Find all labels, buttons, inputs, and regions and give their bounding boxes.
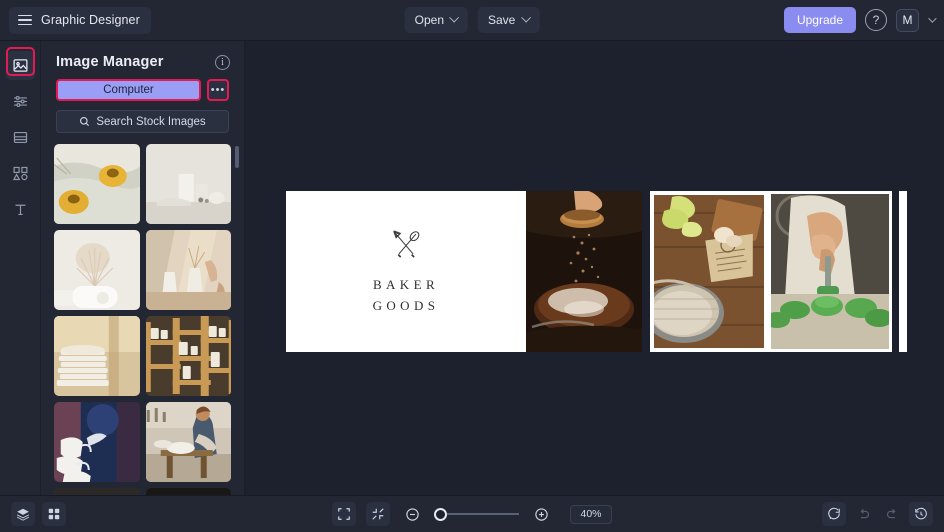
reset-icon	[828, 507, 840, 520]
list-item[interactable]	[54, 144, 140, 224]
save-label: Save	[488, 13, 516, 27]
fit-screen-button[interactable]	[332, 502, 356, 526]
zoom-out-icon	[405, 507, 419, 521]
source-row: Computer •••	[41, 79, 244, 101]
sidebar-item-adjustments[interactable]	[6, 87, 35, 116]
list-item[interactable]	[145, 230, 231, 310]
history-icon	[915, 507, 927, 520]
collage-card-whisk[interactable]	[899, 191, 907, 352]
redo-icon	[886, 508, 896, 518]
open-button[interactable]: Open	[404, 7, 468, 33]
zoom-out-button[interactable]	[400, 502, 424, 526]
page-title: Image Manager	[56, 54, 164, 70]
upgrade-button[interactable]: Upgrade	[783, 7, 856, 33]
list-item[interactable]	[54, 316, 140, 396]
sidebar-item-shapes[interactable]	[6, 159, 35, 188]
collage-card-logo[interactable]: BAKER GOODS	[286, 191, 526, 352]
app-title: Graphic Designer	[41, 13, 140, 27]
zoom-controls: 40%	[332, 502, 612, 526]
more-options-button[interactable]: •••	[207, 79, 229, 101]
sidebar-item-text[interactable]	[6, 195, 35, 224]
chevron-down-icon	[449, 12, 460, 23]
list-item[interactable]	[145, 316, 231, 396]
collage-design[interactable]: BAKER GOODS	[286, 191, 907, 352]
panel-header: Image Manager i	[41, 41, 244, 79]
image-manager-panel: Image Manager i Computer ••• Search Stoc…	[41, 41, 245, 495]
zoom-slider[interactable]	[434, 507, 519, 521]
list-item[interactable]	[54, 402, 140, 482]
shrink-button[interactable]	[366, 502, 390, 526]
list-item[interactable]	[145, 144, 231, 224]
canvas-area[interactable]: BAKER GOODS	[245, 41, 944, 495]
search-stock-images-button[interactable]: Search Stock Images	[56, 110, 229, 133]
bottom-left-tools	[11, 502, 66, 526]
computer-button[interactable]: Computer	[56, 79, 201, 101]
open-label: Open	[414, 13, 444, 27]
tool-rail	[0, 41, 41, 495]
fit-screen-icon	[338, 508, 350, 520]
reset-button[interactable]	[822, 502, 846, 526]
collage-card-macarons[interactable]	[768, 191, 892, 352]
collage-card-sifting[interactable]	[526, 191, 642, 352]
zoom-level-value[interactable]: 40%	[570, 504, 612, 524]
undo-button[interactable]	[851, 502, 875, 526]
search-icon	[80, 117, 90, 127]
file-actions: Open Save	[404, 7, 540, 33]
history-controls	[822, 502, 933, 526]
list-item[interactable]	[54, 488, 140, 495]
undo-icon	[859, 508, 869, 518]
collage-gap	[892, 191, 899, 352]
redo-button[interactable]	[880, 502, 904, 526]
layers-icon	[17, 508, 29, 521]
list-item[interactable]	[54, 230, 140, 310]
list-item[interactable]	[145, 488, 231, 495]
app-root: Graphic Designer Open Save Upgrade ? M I…	[0, 0, 944, 532]
brand-line-1: BAKER	[372, 277, 440, 293]
help-icon[interactable]: ?	[865, 9, 887, 31]
brand-name: BAKER GOODS	[373, 275, 440, 315]
chevron-down-icon[interactable]	[928, 14, 937, 23]
info-icon[interactable]: i	[215, 54, 230, 70]
layers-button[interactable]	[11, 502, 35, 526]
scrollbar-thumb[interactable]	[235, 146, 239, 168]
account-actions: Upgrade ? M	[783, 7, 944, 33]
zoom-slider-handle[interactable]	[434, 507, 447, 521]
sidebar-item-images[interactable]	[5, 51, 35, 80]
brand-line-2: GOODS	[372, 297, 440, 313]
main-body: Image Manager i Computer ••• Search Stoc…	[0, 41, 944, 495]
top-bar: Graphic Designer Open Save Upgrade ? M	[0, 0, 944, 41]
shrink-icon	[372, 508, 384, 520]
sidebar-item-layout[interactable]	[6, 123, 35, 152]
grid-icon	[48, 508, 60, 520]
history-button[interactable]	[909, 502, 933, 526]
save-button[interactable]: Save	[478, 7, 540, 33]
app-menu-button[interactable]: Graphic Designer	[9, 6, 151, 34]
panel-scrollbar[interactable]	[235, 146, 239, 493]
collage-gap	[642, 191, 650, 352]
zoom-slider-track[interactable]	[447, 513, 519, 515]
chevron-down-icon	[520, 12, 531, 23]
avatar[interactable]: M	[896, 8, 919, 32]
thumbnail-scroll-area[interactable]	[41, 144, 244, 495]
zoom-in-button[interactable]	[529, 502, 553, 526]
bottom-bar: 40%	[0, 495, 944, 532]
zoom-in-icon	[534, 507, 548, 521]
crossed-spoon-spatula-icon	[393, 230, 420, 259]
collage-card-flour[interactable]	[650, 191, 768, 352]
hamburger-icon	[18, 14, 32, 26]
list-item[interactable]	[145, 402, 231, 482]
grid-button[interactable]	[42, 502, 66, 526]
thumbnail-grid	[41, 144, 244, 495]
search-stock-label: Search Stock Images	[96, 115, 206, 128]
